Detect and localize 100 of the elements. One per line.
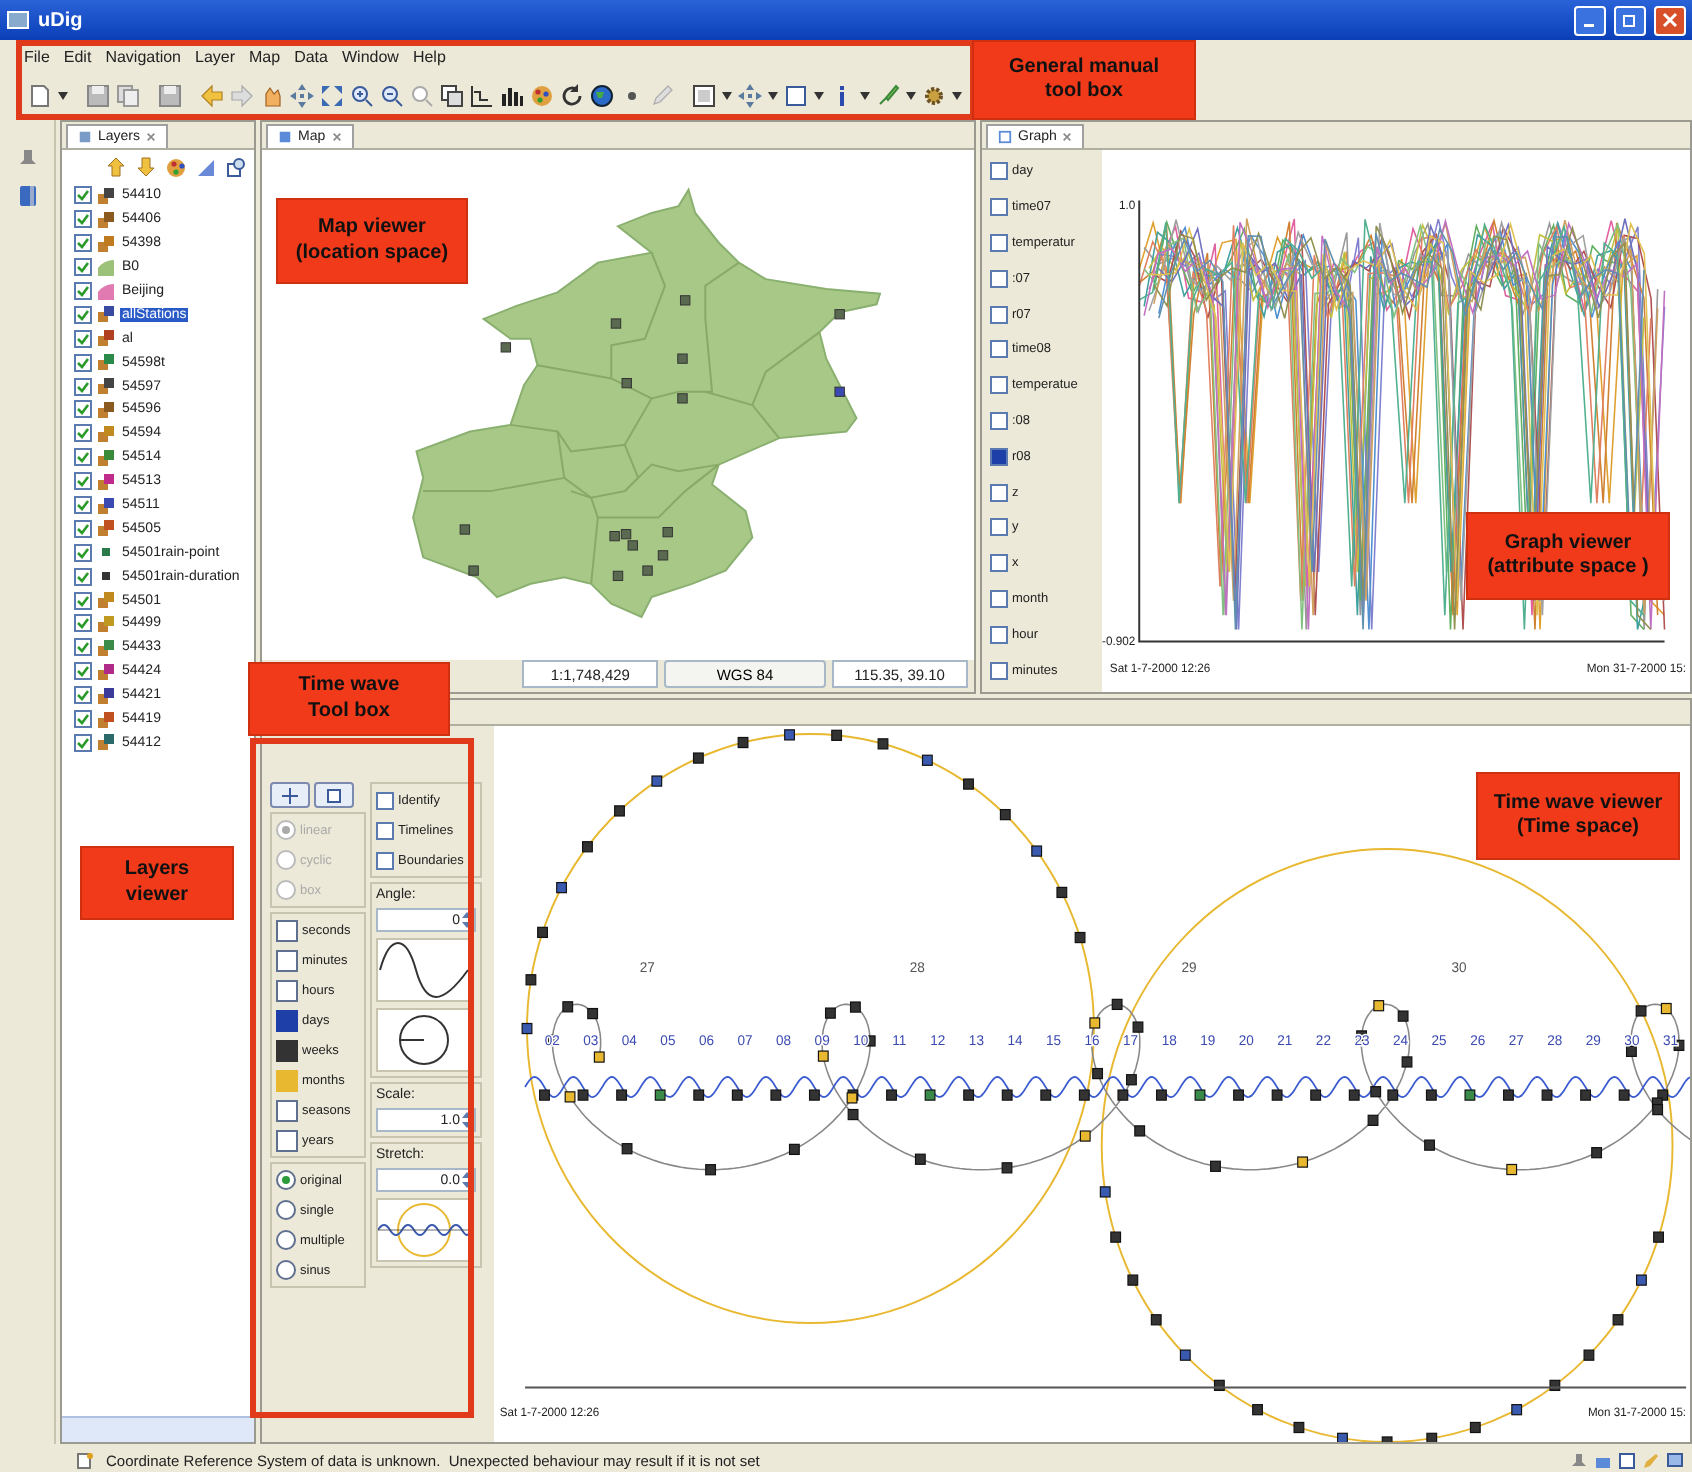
radio-button[interactable] [276,1200,296,1220]
layers-icon[interactable] [440,84,464,108]
attribute-checkbox[interactable] [990,625,1008,644]
caret-icon[interactable] [768,92,778,100]
layer-checkbox[interactable] [74,210,92,229]
layer-checkbox[interactable] [74,305,92,324]
layer-checkbox[interactable] [74,519,92,538]
layer-checkbox[interactable] [74,234,92,253]
layer-checkbox[interactable] [74,186,92,205]
attribute-checkbox[interactable] [990,589,1008,608]
move-icon[interactable] [290,84,314,108]
layer-checkbox[interactable] [74,496,92,515]
layer-checkbox[interactable] [74,710,92,729]
annotation-callout: Graph viewer (attribute space ) [1466,512,1670,600]
menu-item[interactable]: Edit [63,47,92,65]
close-button[interactable] [1654,5,1686,35]
zoom-icon[interactable] [226,156,246,178]
caret-icon[interactable] [952,92,962,100]
restore-button[interactable] [1614,5,1646,35]
layer-checkbox[interactable] [74,377,92,396]
monitor-icon[interactable] [1666,1451,1684,1469]
menu-item[interactable]: Map [249,47,281,65]
layer-checkbox[interactable] [74,424,92,443]
arrow-left-icon[interactable] [200,84,224,108]
globe-icon[interactable] [590,84,614,108]
window-icon[interactable] [1618,1451,1636,1469]
layer-checkbox[interactable] [74,733,92,752]
expand-icon[interactable] [320,84,344,108]
attribute-checkbox[interactable] [990,269,1008,288]
layer-checkbox[interactable] [74,686,92,705]
layer-checkbox[interactable] [74,591,92,610]
pin-icon[interactable] [1570,1451,1588,1469]
palette-icon[interactable] [166,156,186,178]
attribute-checkbox[interactable] [990,162,1008,181]
close-icon[interactable] [331,132,342,142]
menu-item[interactable]: Window [341,47,399,65]
crosshair-icon[interactable] [280,787,300,803]
bar-chart-icon[interactable] [500,84,524,108]
layer-checkbox[interactable] [74,448,92,467]
attribute-checkbox[interactable] [990,447,1008,466]
zoom-out-icon[interactable] [380,84,404,108]
caret-icon[interactable] [906,92,916,100]
attribute-checkbox[interactable] [990,340,1008,359]
close-icon[interactable] [146,132,157,142]
arrow-up-icon[interactable] [106,156,126,178]
arrow-down-icon[interactable] [136,156,156,178]
caret-icon[interactable] [58,92,68,100]
layer-checkbox[interactable] [74,400,92,419]
copy-icon[interactable] [116,84,140,108]
line-chart-icon[interactable] [470,84,494,108]
minimize-button[interactable] [1574,5,1606,35]
menu-item[interactable]: Help [412,47,446,65]
attribute-checkbox[interactable] [990,661,1008,680]
book-icon[interactable] [17,184,37,208]
zoom-in-icon[interactable] [350,84,374,108]
caret-icon[interactable] [722,92,732,100]
radio-button[interactable] [276,1230,296,1250]
caret-icon[interactable] [814,92,824,100]
frame-icon[interactable] [692,84,716,108]
attribute-checkbox[interactable] [990,554,1008,573]
document-icon[interactable] [28,84,52,108]
menu-item[interactable]: Navigation [105,47,181,65]
attribute-checkbox[interactable] [990,483,1008,502]
layer-checkbox[interactable] [74,353,92,372]
layer-checkbox[interactable] [74,567,92,586]
gear-icon[interactable] [922,84,946,108]
square-icon[interactable] [324,787,344,803]
layer-checkbox[interactable] [74,258,92,277]
menu-item[interactable]: File [24,47,50,65]
layer-checkbox[interactable] [74,329,92,348]
attribute-checkbox[interactable] [990,198,1008,217]
layer-checkbox[interactable] [74,662,92,681]
triangle-icon[interactable] [196,156,216,178]
radio-button[interactable] [276,1260,296,1280]
layer-checkbox[interactable] [74,614,92,633]
attribute-checkbox[interactable] [990,376,1008,395]
caret-icon[interactable] [860,92,870,100]
window-title: uDig [38,9,85,31]
restore-icon[interactable] [1622,12,1638,28]
attribute-checkbox[interactable] [990,233,1008,252]
move-icon[interactable] [738,84,762,108]
palette-icon[interactable] [530,84,554,108]
menu-item[interactable]: Data [294,47,328,65]
close-icon[interactable] [1062,132,1073,142]
menu-item[interactable]: Layer [195,47,236,65]
hand-icon[interactable] [260,84,284,108]
horizontal-scrollbar[interactable] [62,1416,254,1442]
layer-checkbox[interactable] [74,472,92,491]
panel-tool-button[interactable] [314,782,354,808]
layer-checkbox[interactable] [74,282,92,300]
layer-checkbox[interactable] [74,638,92,657]
attribute-checkbox[interactable] [990,411,1008,430]
square-icon[interactable] [784,84,808,108]
brush-icon[interactable] [876,84,900,108]
attribute-checkbox[interactable] [990,305,1008,324]
layer-checkbox[interactable] [74,543,92,562]
cursor-tool-button[interactable] [270,782,310,808]
radio-button[interactable] [276,1170,296,1190]
attribute-checkbox[interactable] [990,518,1008,537]
refresh-icon[interactable] [560,84,584,108]
